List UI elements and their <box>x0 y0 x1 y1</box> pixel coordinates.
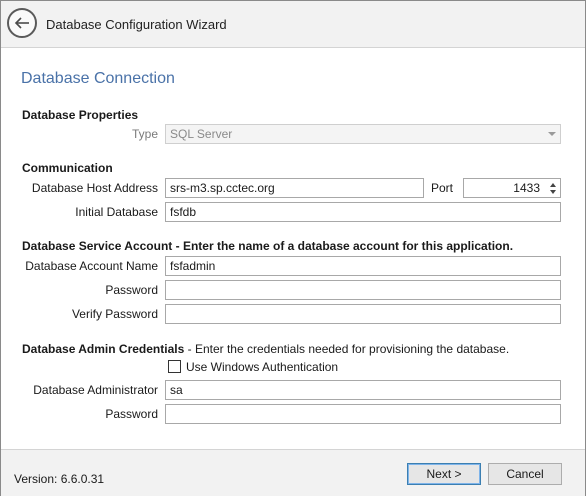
version-label: Version: 6.6.0.31 <box>14 472 105 486</box>
service-password-label: Password <box>105 283 158 297</box>
window-title: Database Configuration Wizard <box>46 17 227 32</box>
spin-up-icon[interactable] <box>550 183 556 187</box>
verify-password-input[interactable] <box>165 304 561 324</box>
admin-password-input[interactable] <box>165 404 561 424</box>
wizard-content: Database Connection Database Properties … <box>1 48 585 448</box>
page-title: Database Connection <box>21 70 175 87</box>
port-label: Port <box>431 181 454 195</box>
windows-auth-label[interactable]: Use Windows Authentication <box>186 360 338 374</box>
service-password-input[interactable] <box>165 280 561 300</box>
host-address-input[interactable] <box>165 178 424 198</box>
windows-auth-checkbox[interactable] <box>168 360 181 373</box>
type-label: Type <box>131 127 158 141</box>
database-administrator-input[interactable] <box>165 380 561 400</box>
admin-credentials-heading: Database Admin Credentials - Enter the c… <box>22 342 509 356</box>
back-button[interactable] <box>7 8 37 38</box>
database-properties-heading: Database Properties <box>22 108 139 122</box>
chevron-down-icon <box>548 132 556 136</box>
footer-bar: Version: 6.6.0.31 Next > Cancel <box>1 449 585 496</box>
port-value: 1433 <box>513 181 540 195</box>
service-account-description: - Enter the name of a database account f… <box>172 239 514 253</box>
account-name-input[interactable] <box>165 256 561 276</box>
initial-database-label: Initial Database <box>75 205 158 219</box>
admin-credentials-title: Database Admin Credentials <box>22 342 185 356</box>
next-button[interactable]: Next > <box>407 463 481 485</box>
port-stepper[interactable]: 1433 <box>463 178 561 198</box>
back-arrow-icon <box>14 17 29 29</box>
admin-password-label: Password <box>105 407 158 421</box>
service-account-heading: Database Service Account - Enter the nam… <box>22 239 513 253</box>
account-name-label: Database Account Name <box>25 259 158 273</box>
initial-database-input[interactable] <box>165 202 561 222</box>
verify-password-label: Verify Password <box>71 307 158 321</box>
communication-heading: Communication <box>22 161 113 175</box>
type-select[interactable]: SQL Server <box>165 124 561 144</box>
title-bar: Database Configuration Wizard <box>1 1 585 48</box>
type-select-value: SQL Server <box>170 127 233 141</box>
wizard-window: Database Configuration Wizard Database C… <box>0 0 586 496</box>
spin-down-icon[interactable] <box>550 190 556 194</box>
database-administrator-label: Database Administrator <box>33 383 158 397</box>
host-address-label: Database Host Address <box>31 181 158 195</box>
admin-credentials-description: - Enter the credentials needed for provi… <box>184 342 510 356</box>
service-account-title: Database Service Account <box>22 239 173 253</box>
cancel-button[interactable]: Cancel <box>488 463 562 485</box>
